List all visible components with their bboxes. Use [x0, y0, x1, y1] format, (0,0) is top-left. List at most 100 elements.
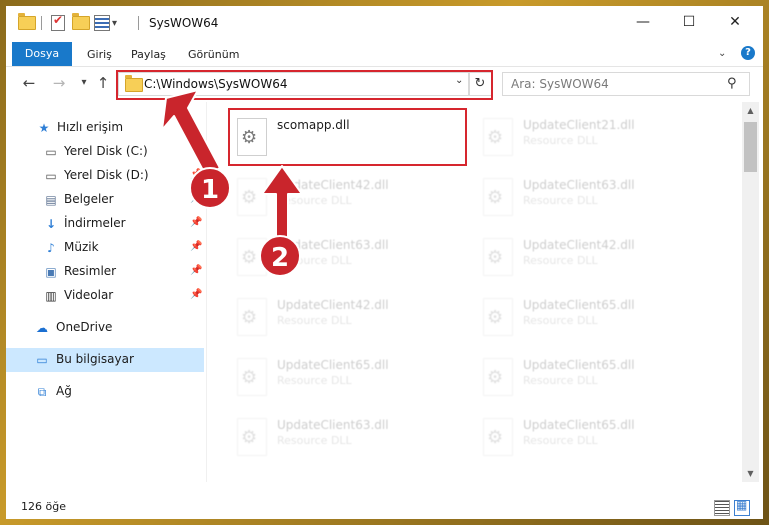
back-arrow-icon[interactable]: ←	[20, 74, 38, 92]
details-view-icon[interactable]	[714, 500, 730, 516]
nav-item-videolar[interactable]: ▥ Videolar 📌	[6, 284, 204, 308]
file-type: Resource DLL	[523, 194, 598, 207]
nav-item-belgeler[interactable]: ▤ Belgeler 📌	[6, 188, 204, 212]
nav-item-label: Bu bilgisayar	[56, 352, 134, 366]
nav-item-quick-access[interactable]: ★ Hızlı erişim	[6, 116, 204, 140]
title-bar: ▾ SysWOW64 — ☐ ✕	[6, 6, 763, 38]
nav-item-label: Ağ	[56, 384, 72, 398]
chevron-down-icon[interactable]: ⌄	[455, 75, 463, 86]
forward-arrow-icon[interactable]: →	[50, 74, 68, 92]
recent-locations-icon[interactable]: ▾	[75, 74, 93, 92]
properties-icon[interactable]	[94, 15, 110, 31]
pin-icon[interactable]: 📌	[190, 289, 202, 300]
tab-dosya[interactable]: Dosya	[12, 42, 72, 66]
file-name: UpdateClient42.dll	[523, 238, 635, 252]
file-name: UpdateClient65.dll	[523, 418, 635, 432]
nav-item-resimler[interactable]: ▣ Resimler 📌	[6, 260, 204, 284]
ribbon: Dosya Giriş Paylaş Görünüm ⌄ ?	[6, 38, 763, 67]
expand-ribbon-icon[interactable]: ⌄	[718, 48, 728, 59]
file-item[interactable]: UpdateClient65.dll Resource DLL	[477, 352, 707, 408]
file-item[interactable]: UpdateClient42.dll Resource DLL	[477, 232, 707, 288]
step-badge-1: 1	[189, 167, 231, 209]
maximize-button[interactable]: ☐	[674, 12, 704, 32]
file-item[interactable]: UpdateClient42.dll Resource DLL	[231, 292, 461, 348]
documents-icon: ▤	[45, 193, 57, 207]
new-folder-icon[interactable]	[72, 13, 90, 31]
file-item-scomapp[interactable]: scomapp.dll	[231, 112, 461, 168]
file-item[interactable]: UpdateClient42.dll Resource DLL	[231, 172, 461, 228]
file-name: UpdateClient65.dll	[523, 358, 635, 372]
pin-icon[interactable]: 📌	[190, 217, 202, 228]
nav-item-onedrive[interactable]: ☁ OneDrive	[6, 316, 204, 340]
dll-file-icon	[483, 238, 513, 276]
star-icon: ★	[38, 121, 50, 135]
file-item[interactable]: UpdateClient21.dll Resource DLL	[477, 112, 707, 168]
computer-icon: ▭	[36, 353, 48, 367]
nav-item-label: Hızlı erişim	[57, 120, 124, 134]
address-bar[interactable]: C:\Windows\SysWOW64 ⌄	[118, 72, 470, 96]
vertical-scrollbar[interactable]: ▲ ▼	[742, 102, 759, 482]
file-item[interactable]: UpdateClient63.dll Resource DLL	[231, 412, 461, 468]
large-icons-view-icon[interactable]	[734, 498, 750, 516]
up-arrow-icon[interactable]: ↑	[94, 74, 112, 92]
dll-file-icon	[483, 298, 513, 336]
address-path[interactable]: C:\Windows\SysWOW64	[144, 77, 288, 91]
file-name: UpdateClient63.dll	[277, 418, 389, 432]
file-item[interactable]: UpdateClient65.dll Resource DLL	[231, 352, 461, 408]
nav-item-indirmeler[interactable]: ↓ İndirmeler 📌	[6, 212, 204, 236]
minimize-button[interactable]: —	[628, 12, 658, 32]
file-name: UpdateClient42.dll	[277, 178, 389, 192]
nav-item-label: İndirmeler	[64, 216, 126, 230]
dll-file-icon	[483, 178, 513, 216]
file-name: scomapp.dll	[277, 118, 350, 132]
search-input[interactable]: Ara: SysWOW64 ⚲	[502, 72, 750, 96]
nav-item-network[interactable]: ⧉ Ağ	[6, 380, 204, 404]
properties-check-icon[interactable]	[51, 13, 65, 31]
folder-icon	[125, 75, 143, 92]
dll-file-icon	[483, 358, 513, 396]
refresh-icon[interactable]: ↻	[468, 72, 492, 96]
pin-icon[interactable]: 📌	[190, 265, 202, 276]
tab-giris[interactable]: Giriş	[87, 44, 112, 66]
file-item[interactable]: UpdateClient65.dll Resource DLL	[477, 412, 707, 468]
tab-gorunum[interactable]: Görünüm	[188, 44, 239, 66]
dll-file-icon	[237, 298, 267, 336]
file-type: Resource DLL	[523, 314, 598, 327]
file-item[interactable]: UpdateClient63.dll Resource DLL	[477, 172, 707, 228]
quick-access-dropdown-icon[interactable]: ▾	[112, 15, 117, 31]
search-placeholder: Ara: SysWOW64	[511, 77, 609, 91]
file-type: Resource DLL	[277, 314, 352, 327]
help-icon[interactable]: ?	[741, 46, 755, 60]
separator	[138, 15, 139, 31]
dll-file-icon	[237, 118, 267, 156]
nav-item-label: Videolar	[64, 288, 114, 302]
file-item[interactable]: UpdateClient65.dll Resource DLL	[477, 292, 707, 348]
nav-item-this-pc[interactable]: ▭ Bu bilgisayar	[6, 348, 204, 372]
pin-icon[interactable]: 📌	[190, 241, 202, 252]
item-count: 126 öğe	[21, 500, 66, 513]
scroll-thumb[interactable]	[744, 122, 757, 172]
nav-item-disk-c[interactable]: ▭ Yerel Disk (C:)	[6, 140, 204, 164]
folder-icon	[18, 13, 36, 31]
tab-paylas[interactable]: Paylaş	[131, 44, 166, 66]
dll-file-icon	[237, 418, 267, 456]
scroll-down-icon[interactable]: ▼	[742, 465, 759, 482]
network-icon: ⧉	[37, 385, 47, 399]
nav-item-disk-d[interactable]: ▭ Yerel Disk (D:) 📌	[6, 164, 204, 188]
window-title: SysWOW64	[149, 16, 219, 30]
scroll-up-icon[interactable]: ▲	[742, 102, 759, 119]
file-type: Resource DLL	[523, 434, 598, 447]
music-icon: ♪	[47, 241, 55, 255]
file-list: scomapp.dll UpdateClient21.dll Resource …	[207, 102, 742, 494]
close-button[interactable]: ✕	[720, 12, 750, 32]
nav-item-label: Müzik	[64, 240, 99, 254]
search-icon[interactable]: ⚲	[727, 76, 737, 91]
download-icon: ↓	[45, 217, 57, 231]
file-type: Resource DLL	[277, 194, 352, 207]
file-type: Resource DLL	[277, 434, 352, 447]
file-name: UpdateClient65.dll	[523, 298, 635, 312]
nav-item-label: Belgeler	[64, 192, 114, 206]
nav-item-muzik[interactable]: ♪ Müzik 📌	[6, 236, 204, 260]
nav-item-label: Yerel Disk (D:)	[64, 168, 149, 182]
file-name: UpdateClient65.dll	[277, 358, 389, 372]
